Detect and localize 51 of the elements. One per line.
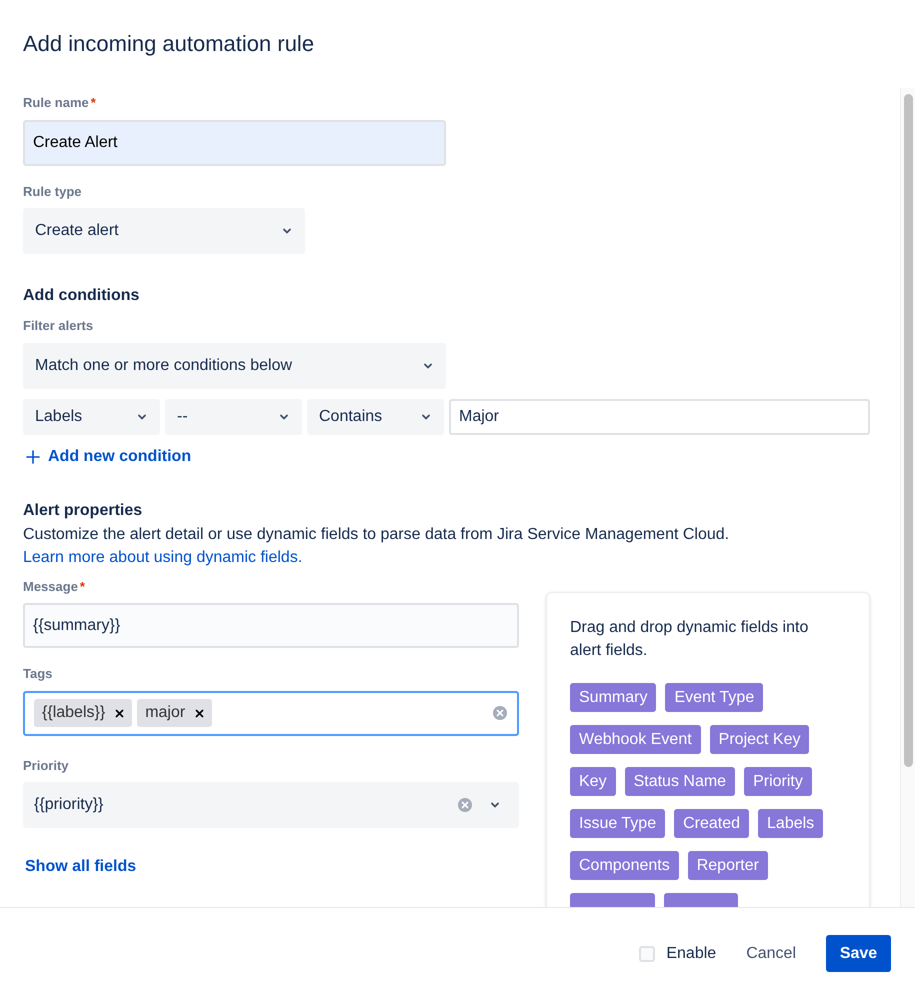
field-label: Priority [23, 756, 69, 775]
dynamic-field-chip[interactable]: Issue Type [570, 808, 666, 838]
condition-value-field[interactable]: Major [449, 398, 870, 434]
add-condition-button[interactable]: Add new condition [23, 444, 192, 468]
operator-select[interactable]: Contains [307, 398, 444, 434]
tags-field[interactable]: {{labels}} major [23, 690, 519, 736]
modifier-select[interactable]: -- [165, 398, 302, 434]
match-select[interactable]: Match one or more conditions below [23, 342, 446, 388]
dynamic-field-chip[interactable]: Created [674, 808, 750, 838]
remove-icon[interactable] [115, 708, 124, 718]
tag-chip: major [137, 699, 212, 727]
rule-name-field[interactable]: Create Alert [23, 120, 446, 166]
save-button[interactable]: Save [826, 935, 891, 972]
field-label: Message [23, 578, 78, 596]
tag-chip: {{labels}} [34, 699, 132, 727]
dynamic-field-chip[interactable]: Components [570, 850, 679, 880]
panel-hint: Drag and drop dynamic fields into alert fields. [570, 618, 810, 660]
field-label: Rule type [23, 182, 82, 201]
field-select[interactable]: Labels [23, 398, 160, 434]
scrollbar[interactable] [900, 88, 915, 907]
rule-type-select[interactable]: Create alert [23, 208, 305, 254]
section-heading: Alert properties [23, 500, 144, 520]
plus-icon [26, 450, 40, 464]
learn-more-link[interactable]: Learn more about using dynamic fields. [23, 548, 302, 566]
dynamic-field-chip[interactable]: Labels [758, 808, 824, 838]
field-label: Rule name [23, 94, 89, 112]
clear-icon[interactable] [457, 797, 473, 813]
dynamic-field-chip[interactable]: Status Name [624, 766, 736, 796]
section-description: Customize the alert detail or use dynamic fields to parse data from Jira Service Management Cloud. Learn more about using dynamic fields. [23, 524, 730, 568]
dynamic-field-chip[interactable]: Summary [570, 682, 656, 712]
priority-value: {{priority}} [34, 795, 104, 815]
section-heading: Add conditions [23, 286, 140, 306]
message-field[interactable]: {{summary}} [23, 603, 519, 648]
field-label: Tags [23, 665, 52, 683]
dynamic-field-chip[interactable]: Reporter [688, 850, 768, 880]
enable-checkbox[interactable] [639, 946, 656, 962]
dynamic-field-chip[interactable]: Webhook Event [570, 724, 701, 754]
remove-icon[interactable] [195, 708, 204, 718]
show-all-fields-link[interactable]: Show all fields [25, 855, 136, 879]
field-label: Filter alerts [23, 317, 94, 335]
dynamic-field-chip[interactable]: Key [570, 766, 616, 796]
priority-select[interactable]: {{priority}} [23, 782, 519, 828]
required-mark: * [80, 578, 85, 596]
dialog-title: Add incoming automation rule [23, 30, 316, 58]
required-mark: * [90, 94, 96, 112]
clear-icon[interactable] [492, 705, 508, 721]
dynamic-field-chip[interactable]: Project Key [710, 724, 810, 754]
cancel-button[interactable]: Cancel [744, 942, 798, 966]
dynamic-field-chip[interactable]: Event Type [665, 682, 764, 712]
dynamic-field-chip[interactable]: Priority [744, 766, 812, 796]
enable-label: Enable [666, 944, 716, 964]
